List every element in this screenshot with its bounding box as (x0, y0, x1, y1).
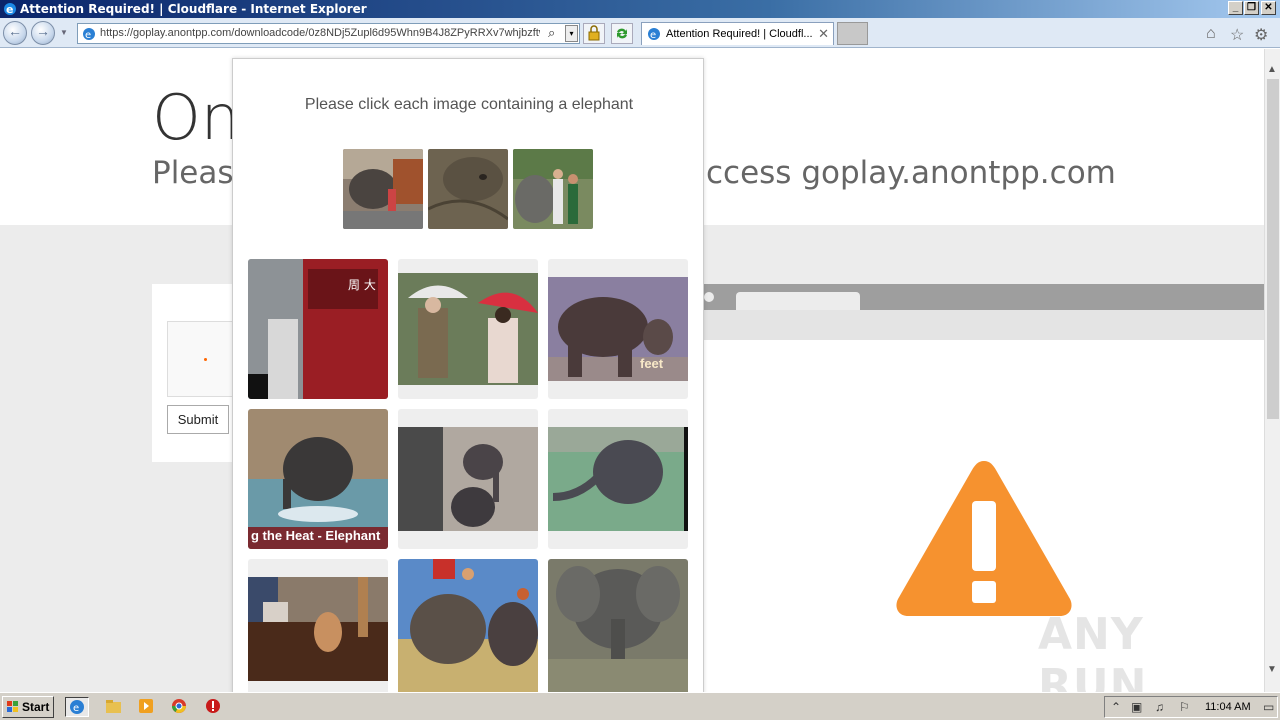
sample-image-1 (343, 149, 423, 229)
lock-button[interactable] (583, 23, 605, 44)
chrome-icon (172, 699, 186, 713)
home-icon[interactable]: ⌂ (1206, 25, 1216, 43)
gear-icon[interactable]: ⚙ (1254, 25, 1268, 45)
browser-navbar: ← → ▼ e https://goplay.anontpp.com/downl… (0, 18, 1280, 48)
page-heading: On (152, 81, 241, 154)
scroll-up-icon[interactable]: ▲ (1267, 64, 1277, 75)
forward-arrow-icon: → (36, 23, 50, 39)
ie-page-icon: e (83, 28, 95, 41)
minimize-button[interactable]: _ (1228, 1, 1243, 15)
captcha-tile-3[interactable]: feet (548, 259, 688, 399)
tile-image-bus: 周 大 (248, 259, 388, 399)
favorites-star-icon[interactable]: ☆ (1230, 25, 1244, 45)
captcha-modal: Please click each image containing a ele… (232, 58, 704, 692)
browser-illustration-toolbar (700, 310, 1264, 340)
address-bar[interactable]: e https://goplay.anontpp.com/downloadcod… (77, 23, 580, 44)
captcha-tile-1[interactable]: 周 大 (248, 259, 388, 399)
page-content: On Please ccess goplay.anontpp.com Submi… (0, 49, 1264, 692)
svg-text:e: e (6, 3, 13, 16)
tile-caption-feet: feet (640, 356, 664, 371)
page-subtitle-right: ccess goplay.anontpp.com (706, 155, 1116, 191)
lock-icon (588, 25, 600, 41)
new-tab-button[interactable] (837, 22, 868, 45)
page-scrollbar[interactable]: ▲ ▼ (1264, 49, 1280, 692)
address-url[interactable]: https://goplay.anontpp.com/downloadcode/… (100, 27, 540, 39)
scrollbar-thumb[interactable] (1267, 79, 1279, 419)
media-player-icon (139, 699, 153, 713)
submit-button[interactable]: Submit (167, 405, 229, 434)
tile-image-elephant-bush (548, 559, 688, 692)
folder-icon (106, 700, 121, 713)
captcha-tile-8[interactable] (398, 559, 538, 692)
captcha-tile-5[interactable] (398, 409, 538, 549)
start-label: Start (22, 700, 50, 714)
captcha-tile-4[interactable]: g the Heat - Elephant (248, 409, 388, 549)
volume-icon[interactable]: ♫ (1155, 700, 1164, 714)
flag-icon[interactable]: ⚐ (1179, 700, 1190, 714)
window-title: Attention Required! | Cloudflare - Inter… (20, 2, 367, 16)
tile-image-baby-elephants (398, 427, 538, 531)
ie-tab-icon: e (648, 28, 660, 41)
anyrun-watermark: ANY RUN (1038, 609, 1148, 692)
ie-taskbar-icon: e (70, 700, 84, 714)
tray-expand-icon[interactable]: ⌃ (1111, 700, 1121, 714)
captcha-tile-6[interactable] (548, 409, 688, 549)
tile-image-dog-floor (248, 577, 388, 681)
windows-flag-icon (7, 701, 18, 712)
captcha-tile-2[interactable] (398, 259, 538, 399)
recaptcha-widget[interactable] (167, 321, 237, 397)
tile-image-elephant-pool (548, 427, 688, 531)
back-arrow-icon: ← (8, 23, 22, 39)
history-dropdown-icon[interactable]: ▼ (60, 28, 68, 37)
taskbar-clock: 11:04 AM (1205, 701, 1251, 713)
window-titlebar: e Attention Required! | Cloudflare - Int… (0, 0, 1280, 18)
tab-attention-required[interactable]: e Attention Required! | Cloudfl... ✕ (641, 22, 834, 45)
back-button[interactable]: ← (3, 21, 27, 45)
refresh-icon (617, 28, 627, 39)
taskbar-explorer-button[interactable] (102, 697, 126, 717)
network-icon[interactable]: ▣ (1131, 700, 1142, 714)
sample-image-2 (428, 149, 508, 229)
sample-image-3 (513, 149, 593, 229)
loading-dot (204, 358, 207, 361)
svg-text:周 大: 周 大 (348, 278, 376, 292)
captcha-tile-7[interactable] (248, 559, 388, 692)
show-desktop-icon[interactable]: ▭ (1263, 700, 1274, 714)
start-button[interactable]: Start (2, 696, 54, 718)
tile-image-elephant-riders (398, 559, 538, 692)
forward-button[interactable]: → (31, 21, 55, 45)
tab-label: Attention Required! | Cloudfl... (666, 28, 813, 40)
captcha-tile-9[interactable] (548, 559, 688, 692)
search-icon[interactable]: ⌕ (548, 25, 555, 41)
challenge-form: Submit (152, 284, 242, 462)
tile-image-umbrellas (398, 273, 538, 385)
ie-logo-icon: e (4, 3, 16, 16)
stop-alert-icon (206, 699, 220, 713)
windows-taskbar: Start e ⌃ ▣ ♫ ⚐ 11:04 AM ▭ (0, 692, 1280, 720)
taskbar-stop-button[interactable] (202, 697, 226, 717)
svg-text:e: e (650, 30, 656, 41)
captcha-prompt: Please click each image containing a ele… (304, 96, 634, 113)
maximize-button[interactable]: ❐ (1244, 1, 1259, 15)
refresh-button[interactable] (611, 23, 633, 44)
taskbar-media-button[interactable] (135, 697, 159, 717)
tab-close-icon[interactable]: ✕ (818, 26, 829, 42)
scroll-down-icon[interactable]: ▼ (1267, 664, 1277, 675)
taskbar-ie-button[interactable]: e (65, 697, 89, 717)
browser-illustration-dot (704, 292, 714, 302)
browser-illustration-bar (700, 284, 1264, 310)
svg-text:e: e (73, 703, 79, 714)
taskbar-chrome-button[interactable] (168, 697, 192, 717)
browser-illustration-tab (736, 292, 860, 310)
system-tray: ⌃ ▣ ♫ ⚐ 11:04 AM ▭ (1104, 696, 1278, 718)
warning-triangle-icon (896, 461, 1072, 616)
tile-caption-heat: g the Heat - Elephant (251, 528, 381, 543)
address-dropdown-icon[interactable]: ▾ (565, 25, 578, 42)
tile-image-elephants-feet (548, 277, 688, 381)
svg-text:e: e (85, 30, 91, 41)
close-window-button[interactable]: ✕ (1261, 1, 1276, 15)
